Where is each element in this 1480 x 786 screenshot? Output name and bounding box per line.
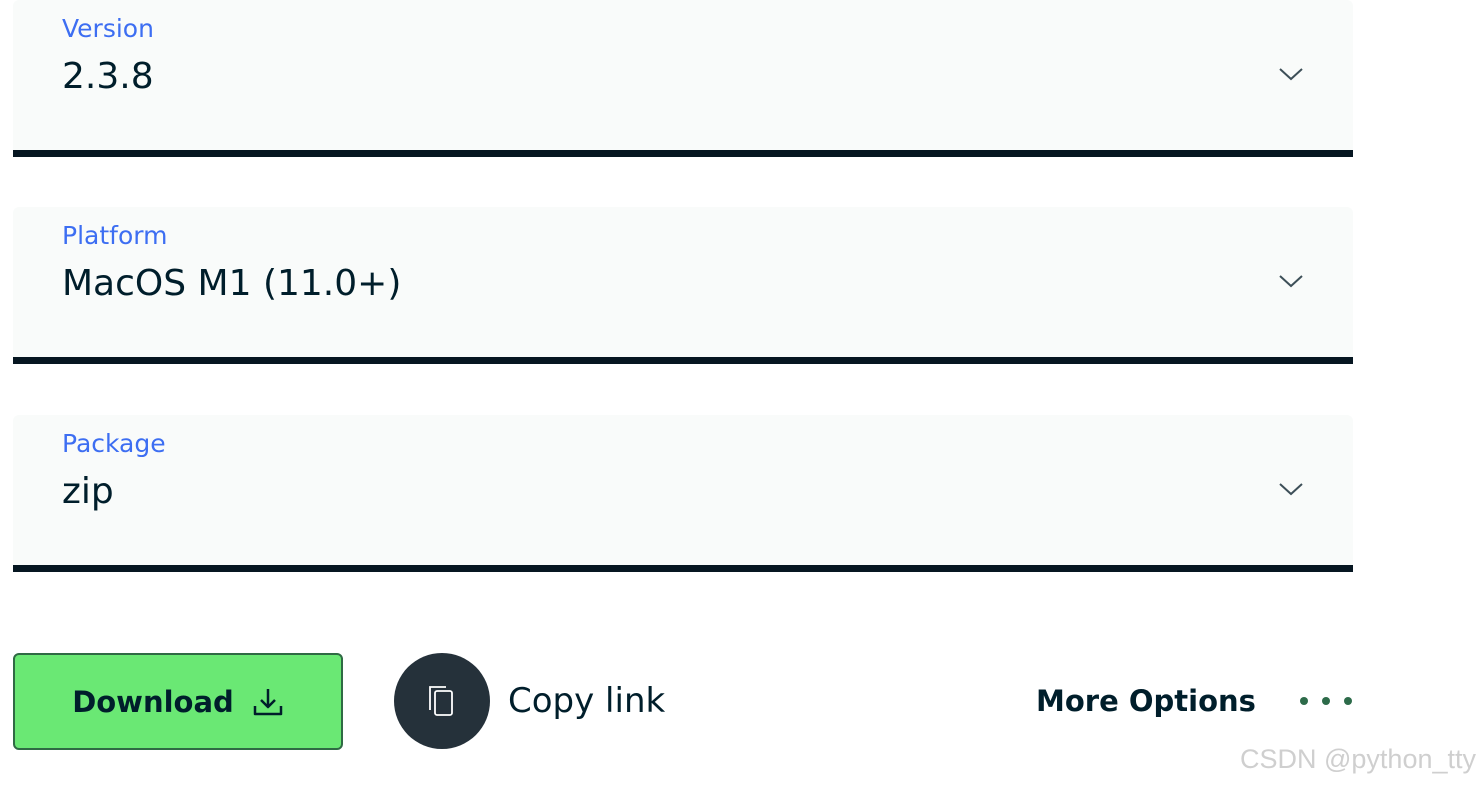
more-options-label: More Options [1036,684,1256,718]
chevron-down-icon [1279,483,1303,496]
package-label: Package [62,429,166,458]
chevron-down-icon [1279,68,1303,81]
copy-link-label: Copy link [508,681,666,721]
version-value: 2.3.8 [62,56,154,97]
platform-select[interactable]: Platform MacOS M1 (11.0+) [13,207,1353,364]
more-options-button[interactable]: More Options [1036,684,1352,718]
watermark: CSDN @python_tty [1240,744,1476,774]
download-label: Download [72,684,234,719]
platform-value: MacOS M1 (11.0+) [62,263,402,304]
copy-icon-circle [394,653,490,749]
platform-label: Platform [62,221,168,250]
package-value: zip [62,471,114,512]
download-icon [253,688,283,715]
download-button[interactable]: Download [13,653,343,750]
copy-icon [429,686,453,716]
version-select[interactable]: Version 2.3.8 [13,0,1353,157]
ellipsis-icon [1299,697,1352,705]
version-label: Version [62,14,154,43]
chevron-down-icon [1279,275,1303,288]
copy-link-button[interactable]: Copy link [394,653,665,749]
package-select[interactable]: Package zip [13,415,1353,572]
